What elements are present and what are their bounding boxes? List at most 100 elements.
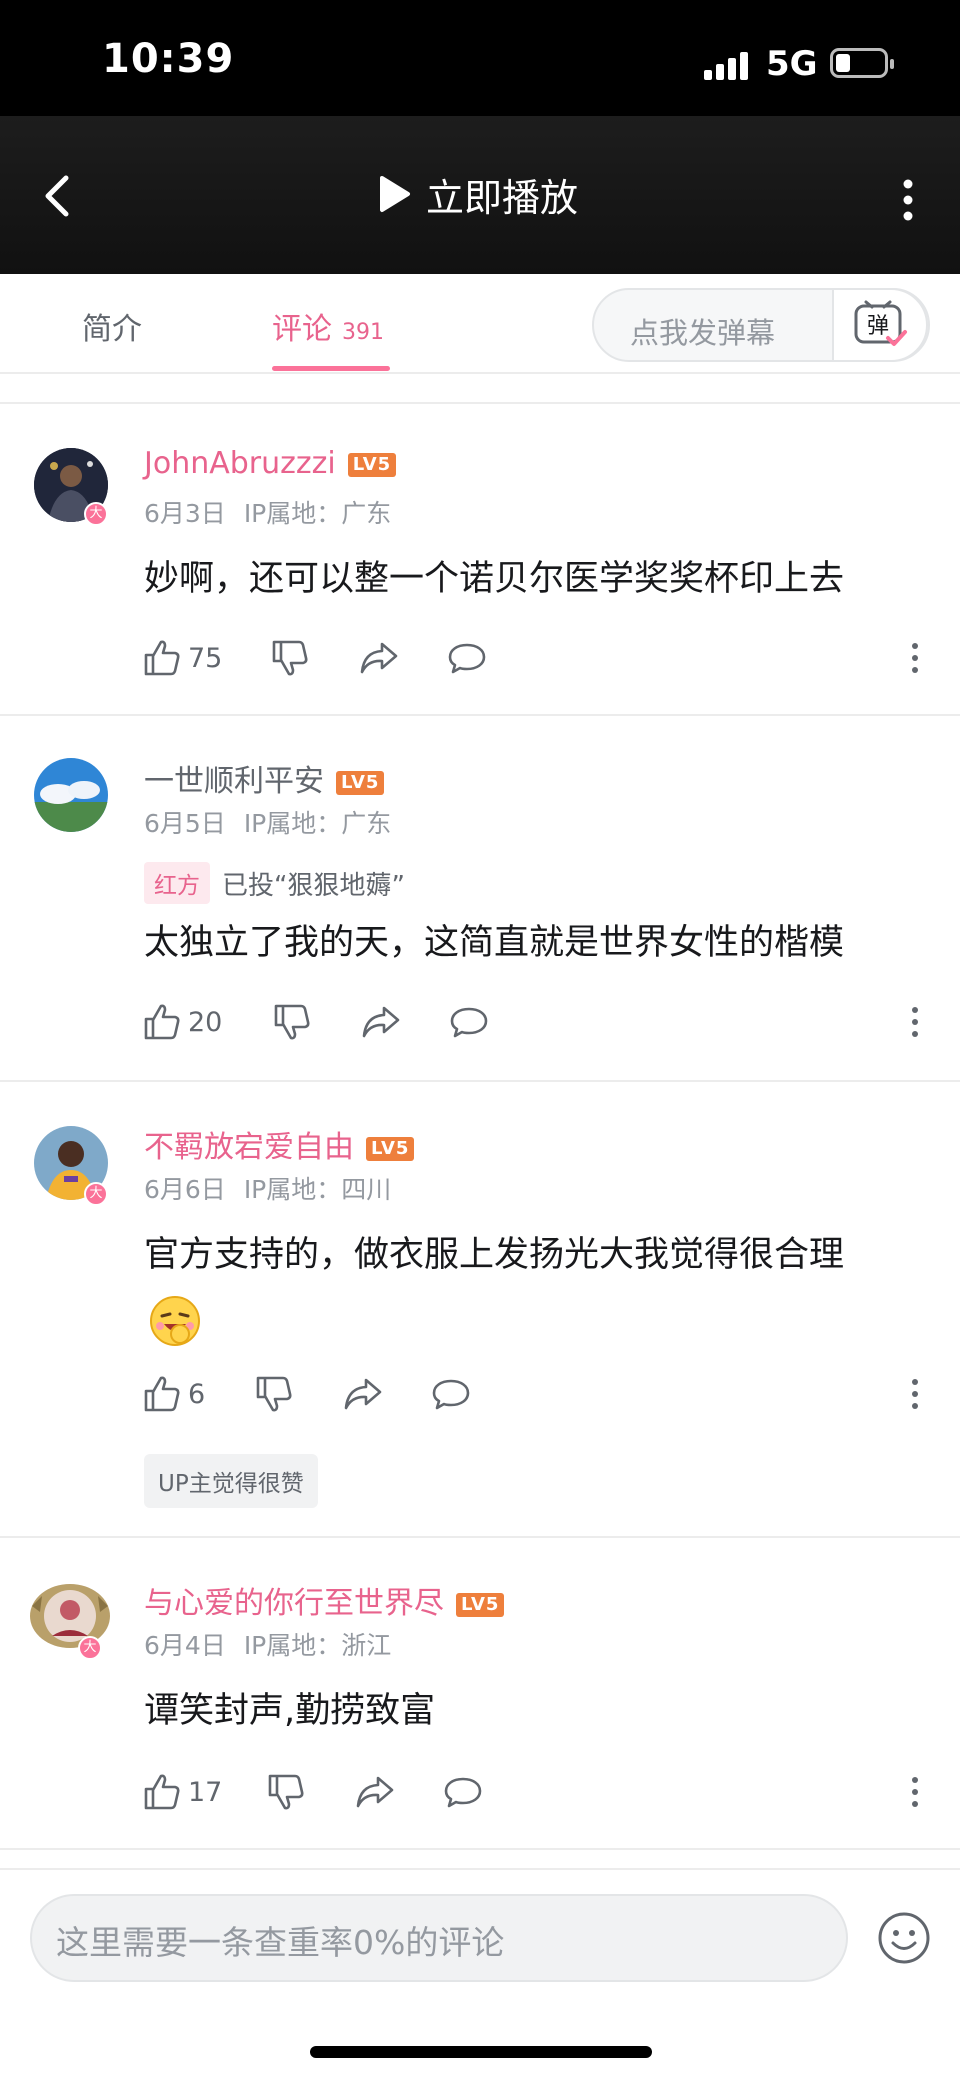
comment-actions: 17 — [142, 1770, 932, 1814]
username[interactable]: 不羁放宕爱自由 LV5 — [144, 1122, 415, 1166]
comment-item: 一世顺利平安 LV5 6月5日 IP属地：广东 红方 已投“狠狠地薅” 太独立了我的… — [0, 716, 960, 1082]
like-button[interactable]: 6 — [142, 1372, 205, 1416]
level-badge: LV5 — [336, 770, 385, 795]
avatar[interactable] — [34, 758, 108, 832]
like-button[interactable]: 17 — [142, 1770, 222, 1814]
comment-date: 6月5日 — [144, 809, 226, 838]
share-button[interactable] — [360, 1000, 402, 1044]
comment-more-button[interactable] — [900, 1000, 930, 1044]
comment-date: 6月4日 — [144, 1631, 226, 1660]
comment-meta: 6月5日 IP属地：广东 — [144, 804, 409, 840]
reply-button[interactable] — [442, 1770, 484, 1814]
reply-button[interactable] — [430, 1372, 472, 1416]
username[interactable]: JohnAbruzzzi LV5 — [144, 446, 397, 481]
ip-location: IP属地：四川 — [243, 1175, 392, 1204]
more-vertical-icon — [912, 643, 918, 673]
back-button[interactable] — [30, 166, 90, 226]
more-vertical-icon — [912, 1007, 918, 1037]
dislike-button[interactable] — [270, 636, 310, 680]
thumbs-up-icon — [144, 1774, 180, 1810]
thumbs-up-icon — [144, 1376, 180, 1412]
level-badge: LV5 — [366, 1136, 415, 1161]
comment-bubble-icon — [450, 1007, 488, 1038]
comment-text: 官方支持的，做衣服上发扬光大我觉得很合理 — [144, 1235, 845, 1275]
comment-item: 大 JohnAbruzzzi LV5 6月3日 IP属地：广东 妙啊，还可以整一个诺… — [0, 404, 960, 716]
more-options-button[interactable] — [880, 172, 936, 228]
danmaku-placeholder: 点我发弹幕 — [630, 316, 776, 350]
reply-button[interactable] — [448, 1000, 490, 1044]
share-button[interactable] — [358, 636, 400, 680]
vip-badge-icon: 大 — [84, 502, 108, 526]
like-button[interactable]: 20 — [142, 1000, 222, 1044]
like-count: 75 — [188, 642, 223, 674]
danmaku-toggle-button[interactable]: 弹 — [832, 288, 928, 362]
comment-meta: 6月6日 IP属地：四川 — [144, 1170, 409, 1206]
active-tab-indicator — [272, 366, 390, 371]
level-badge: LV5 — [456, 1592, 505, 1617]
comment-date: 6月3日 — [144, 499, 226, 528]
comment-item: 大 与心爱的你行至世界尽 LV5 6月4日 IP属地：浙江 谭笑封声,勤捞致富 17 — [0, 1538, 960, 1850]
more-vertical-icon — [912, 1379, 918, 1409]
share-icon — [356, 1776, 394, 1808]
network-type: 5G — [766, 44, 818, 84]
home-indicator[interactable] — [310, 2046, 652, 2058]
emoji-button[interactable] — [876, 1910, 932, 1966]
username[interactable]: 与心爱的你行至世界尽 LV5 — [144, 1578, 505, 1622]
comment-actions: 20 — [142, 1000, 932, 1044]
comment-more-button[interactable] — [900, 1770, 930, 1814]
dislike-button[interactable] — [272, 1000, 312, 1044]
thumbs-down-icon — [268, 1774, 304, 1810]
comment-composer: 这里需要一条查重率0%的评论 — [0, 1868, 960, 2078]
thumbs-up-icon — [144, 1004, 180, 1040]
tab-bar: 简介 评论 391 点我发弹幕 弹 — [0, 274, 960, 374]
danmaku-input-box[interactable]: 点我发弹幕 弹 — [592, 288, 930, 362]
comment-bubble-icon — [448, 643, 486, 674]
comment-actions: 75 — [142, 636, 932, 680]
share-button[interactable] — [354, 1770, 396, 1814]
level-badge: LV5 — [347, 452, 397, 477]
username-text: 一世顺利平安 — [144, 764, 324, 799]
share-button[interactable] — [342, 1372, 384, 1416]
tab-comments[interactable]: 评论 391 — [272, 304, 384, 348]
avatar-image — [34, 758, 108, 832]
comment-more-button[interactable] — [900, 1372, 930, 1416]
status-bar: 10:39 5G — [0, 0, 960, 116]
like-button[interactable]: 75 — [142, 636, 222, 680]
comment-actions: 6 — [142, 1372, 932, 1416]
vip-badge-icon: 大 — [78, 1636, 102, 1660]
comment-text: 谭笑封声,勤捞致富 — [144, 1691, 436, 1731]
dislike-button[interactable] — [266, 1770, 306, 1814]
up-liked-badge: UP主觉得很赞 — [144, 1454, 318, 1508]
thumbs-down-icon — [274, 1004, 310, 1040]
comment-more-button[interactable] — [900, 636, 930, 680]
play-now-button[interactable]: 立即播放 — [376, 164, 578, 224]
comment-count: 391 — [342, 320, 384, 345]
thumbs-up-icon — [144, 640, 180, 676]
username[interactable]: 一世顺利平安 LV5 — [144, 756, 385, 800]
ip-location: IP属地：广东 — [243, 809, 392, 838]
play-now-label: 立即播放 — [426, 175, 579, 220]
username-text: 不羁放宕爱自由 — [144, 1130, 354, 1165]
ip-location: IP属地：广东 — [243, 499, 392, 528]
danmaku-icon: 弹 — [854, 300, 907, 346]
reply-button[interactable] — [446, 636, 488, 680]
username-text: 与心爱的你行至世界尽 — [144, 1586, 444, 1621]
like-count: 20 — [188, 1006, 223, 1038]
comment-input[interactable]: 这里需要一条查重率0%的评论 — [30, 1894, 848, 1982]
comment-item: 大 不羁放宕爱自由 LV5 6月6日 IP属地：四川 官方支持的，做衣服上发扬光大我… — [0, 1082, 960, 1538]
emoji-icon — [878, 1912, 930, 1964]
comment-bubble-icon — [444, 1777, 482, 1808]
comment-text: 妙啊，还可以整一个诺贝尔医学奖奖杯印上去 — [144, 559, 845, 599]
share-icon — [362, 1006, 400, 1038]
signal-strength-icon — [704, 52, 748, 80]
vip-badge-icon: 大 — [84, 1182, 108, 1206]
danmaku-icon-text: 弹 — [867, 314, 889, 339]
laughing-emoji-icon — [148, 1294, 202, 1348]
comment-text: 太独立了我的天，这简直就是世界女性的楷模 — [144, 923, 845, 963]
tab-intro[interactable]: 简介 — [82, 304, 142, 348]
like-count: 6 — [188, 1378, 206, 1410]
ip-location: IP属地：浙江 — [243, 1631, 392, 1660]
chevron-left-icon — [45, 175, 69, 217]
dislike-button[interactable] — [254, 1372, 294, 1416]
comment-date: 6月6日 — [144, 1175, 226, 1204]
